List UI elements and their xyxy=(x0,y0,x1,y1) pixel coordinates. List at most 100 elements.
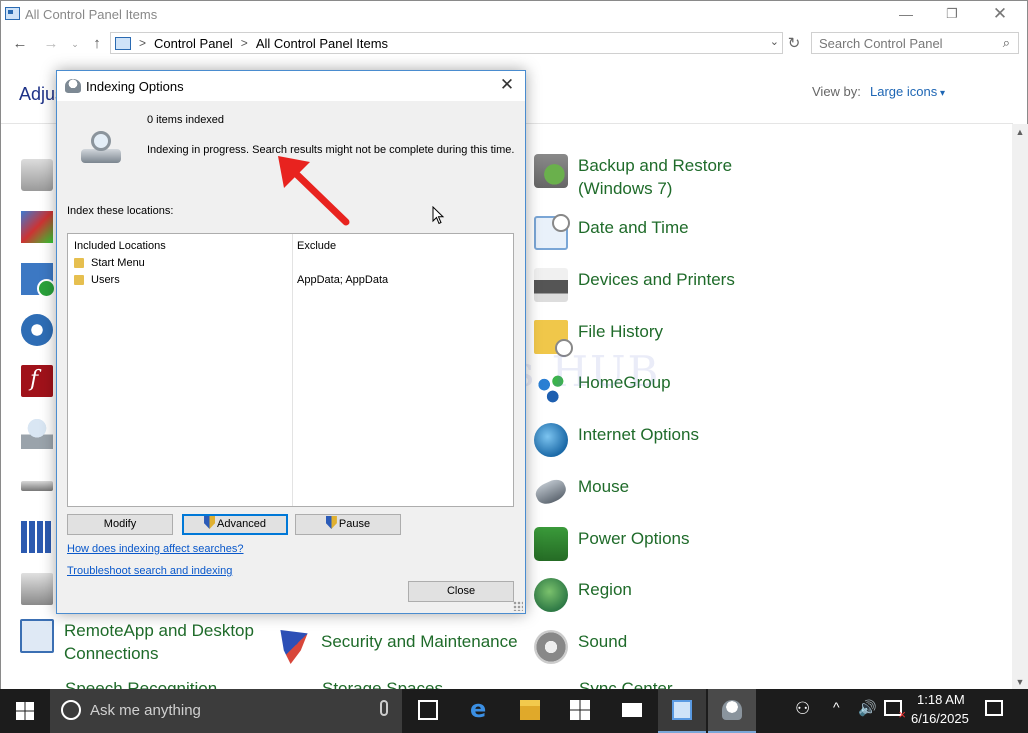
item-sound[interactable]: Sound xyxy=(534,630,627,664)
item-security-maintenance[interactable]: Security and Maintenance xyxy=(277,630,518,664)
control-panel-small-icon xyxy=(115,36,131,50)
item-label: Region xyxy=(578,580,632,599)
keyboard-icon[interactable] xyxy=(21,481,53,491)
location-row-users[interactable]: Users xyxy=(74,272,120,288)
item-mouse[interactable]: Mouse xyxy=(532,475,630,509)
region-icon xyxy=(534,578,568,612)
start-button[interactable] xyxy=(0,689,50,733)
advanced-button[interactable]: Advanced xyxy=(182,514,288,535)
item-power-options[interactable]: Power Options xyxy=(534,527,690,561)
item-label: Mouse xyxy=(578,477,630,496)
cortana-search-box[interactable]: Ask me anything xyxy=(50,689,402,733)
column-header-exclude: Exclude xyxy=(297,240,337,252)
flash-player-icon[interactable] xyxy=(21,365,53,397)
microphone-icon[interactable] xyxy=(380,700,388,716)
store-icon xyxy=(570,700,590,720)
ease-of-access-icon[interactable] xyxy=(21,314,53,346)
item-devices-printers[interactable]: Devices and Printers xyxy=(534,268,735,302)
recovery-icon[interactable] xyxy=(21,573,53,605)
resize-grip[interactable] xyxy=(513,601,523,611)
task-view-icon xyxy=(418,700,438,720)
address-dropdown-icon[interactable]: ⌄ xyxy=(770,35,779,48)
sound-icon xyxy=(534,630,568,664)
dialog-close-icon[interactable]: ✕ xyxy=(497,75,517,95)
clock-time[interactable]: 1:18 AM xyxy=(917,692,965,707)
control-panel-taskbar-button[interactable] xyxy=(658,689,706,733)
store-button[interactable] xyxy=(556,689,604,733)
folder-icon xyxy=(74,275,84,285)
up-arrow-icon[interactable]: ↑ xyxy=(87,34,107,54)
pause-button[interactable]: Pause xyxy=(295,514,401,535)
item-homegroup[interactable]: HomeGroup xyxy=(534,371,671,405)
recent-locations-chevron-icon[interactable]: ⌄ xyxy=(65,34,85,54)
breadcrumb-control-panel[interactable]: Control Panel xyxy=(154,36,233,51)
vertical-scrollbar[interactable]: ▲ ▼ xyxy=(1012,124,1028,690)
item-backup-restore[interactable]: Backup and Restore (Windows 7) xyxy=(534,154,732,200)
clock-date[interactable]: 6/16/2025 xyxy=(911,711,969,726)
default-programs-icon[interactable] xyxy=(21,263,56,298)
search-icon[interactable]: ⌕ xyxy=(1003,35,1010,51)
search-input[interactable] xyxy=(812,33,992,53)
control-panel-icon xyxy=(672,700,692,720)
item-label: Internet Options xyxy=(578,425,699,444)
folder-icon xyxy=(74,258,84,268)
people-icon[interactable]: ⚇ xyxy=(795,699,810,719)
action-center-icon[interactable] xyxy=(985,700,1003,716)
network-sharing-icon[interactable] xyxy=(21,521,53,553)
dialog-title-bar: Indexing Options ✕ xyxy=(57,71,525,101)
item-region[interactable]: Region xyxy=(534,578,632,612)
close-button[interactable]: ✕ xyxy=(977,3,1023,27)
forward-arrow-icon[interactable]: → xyxy=(41,34,61,54)
remoteapp-icon xyxy=(20,619,54,653)
show-hidden-icons-chevron-icon[interactable]: ^ xyxy=(833,699,840,715)
indexing-options-taskbar-button[interactable] xyxy=(708,689,756,733)
indexing-options-icon[interactable] xyxy=(21,417,53,449)
minimize-button[interactable]: — xyxy=(883,3,929,27)
mail-button[interactable] xyxy=(608,689,656,733)
view-by-dropdown[interactable]: Large icons xyxy=(870,84,945,99)
maximize-button[interactable]: ❐ xyxy=(929,3,975,27)
location-name: Users xyxy=(91,274,120,286)
item-label: Sound xyxy=(578,632,628,651)
volume-icon[interactable]: 🔊 xyxy=(858,699,877,717)
view-by-label: View by: xyxy=(812,84,861,99)
security-maintenance-icon xyxy=(280,630,308,664)
modify-button[interactable]: Modify xyxy=(67,514,173,535)
back-arrow-icon[interactable]: ← xyxy=(10,34,30,54)
mail-icon xyxy=(622,703,642,717)
pause-button-label: Pause xyxy=(338,518,371,530)
control-panel-icon xyxy=(5,7,20,20)
locations-table[interactable]: Included Locations Exclude Start Menu Us… xyxy=(67,233,514,507)
item-label: Security and Maintenance xyxy=(321,632,518,651)
indexing-options-dialog: Indexing Options ✕ 0 items indexed Index… xyxy=(56,70,526,614)
location-exclude: AppData; AppData xyxy=(297,274,389,286)
printer-icon xyxy=(534,268,568,302)
item-date-time[interactable]: Date and Time xyxy=(534,214,689,250)
address-bar[interactable]: > Control Panel > All Control Panel Item… xyxy=(110,32,783,54)
scroll-up-arrow-icon[interactable]: ▲ xyxy=(1012,124,1028,140)
dialog-close-button[interactable]: Close xyxy=(408,581,514,602)
column-header-included: Included Locations xyxy=(74,240,166,252)
administrative-tools-icon[interactable] xyxy=(21,159,53,191)
edge-button[interactable]: e xyxy=(456,689,504,733)
troubleshoot-link[interactable]: Troubleshoot search and indexing xyxy=(67,565,232,577)
item-remoteapp[interactable]: RemoteApp and Desktop Connections xyxy=(20,619,254,665)
breadcrumb-separator: > xyxy=(240,36,248,50)
scroll-down-arrow-icon[interactable]: ▼ xyxy=(1012,674,1028,690)
item-label: File History xyxy=(578,322,664,341)
network-disconnected-icon[interactable] xyxy=(884,700,906,722)
color-management-icon[interactable] xyxy=(21,211,53,243)
how-indexing-affects-link[interactable]: How does indexing affect searches? xyxy=(67,543,244,555)
title-bar: All Control Panel Items — ❐ ✕ xyxy=(1,1,1027,29)
item-file-history[interactable]: File History xyxy=(534,320,664,357)
search-box[interactable]: ⌕ xyxy=(811,32,1019,54)
file-explorer-button[interactable] xyxy=(506,689,554,733)
item-internet-options[interactable]: Internet Options xyxy=(534,423,699,457)
task-view-button[interactable] xyxy=(404,689,452,733)
breadcrumb-all-items[interactable]: All Control Panel Items xyxy=(256,36,388,51)
refresh-icon[interactable]: ↻ xyxy=(785,34,803,54)
uac-shield-icon xyxy=(204,516,216,529)
window-title: All Control Panel Items xyxy=(25,7,158,22)
location-row-start-menu[interactable]: Start Menu xyxy=(74,255,145,271)
page-heading-text: Adjust your computer's settings xyxy=(19,84,57,104)
